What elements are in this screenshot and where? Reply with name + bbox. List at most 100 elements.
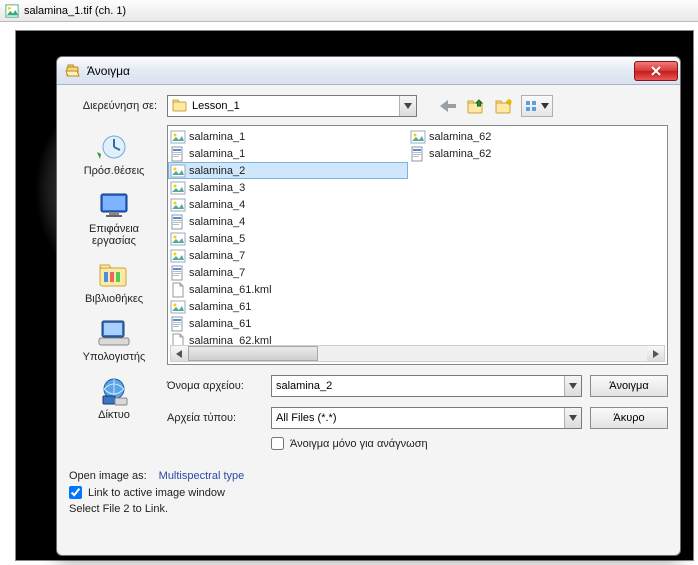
scroll-left-button[interactable]	[171, 346, 188, 361]
image-file-icon	[410, 129, 426, 145]
up-one-level-button[interactable]	[465, 95, 487, 117]
dialog-body: Διερεύνηση σε:	[57, 85, 680, 555]
readonly-row: Άνοιγμα μόνο για ανάγνωση	[167, 437, 668, 450]
file-name: salamina_61	[189, 301, 251, 313]
desktop-icon	[96, 189, 132, 221]
file-row[interactable]: salamina_1	[168, 128, 408, 145]
new-folder-button[interactable]	[493, 95, 515, 117]
dialog-titlebar[interactable]: Άνοιγμα	[57, 57, 680, 85]
place-label: Υπολογιστής	[83, 351, 146, 363]
horizontal-scrollbar[interactable]	[170, 345, 665, 362]
file-name: salamina_61.kml	[189, 284, 272, 296]
file-row[interactable]: salamina_5	[168, 230, 408, 247]
file-name: salamina_62	[429, 131, 491, 143]
file-row[interactable]: salamina_2	[168, 162, 408, 179]
places-bar: Πρόσ.θέσεις Επιφάνεια εργασίας Βιβλιοθήκ…	[69, 125, 159, 450]
recent-icon	[96, 131, 132, 163]
place-label: Δίκτυο	[98, 409, 130, 421]
scroll-right-button[interactable]	[647, 346, 664, 361]
lookin-row: Διερεύνηση σε:	[69, 95, 668, 117]
header-file-icon	[170, 265, 186, 281]
image-file-icon	[170, 197, 186, 213]
view-menu-button[interactable]	[521, 95, 553, 117]
lookin-combo[interactable]	[167, 95, 417, 117]
readonly-label: Άνοιγμα μόνο για ανάγνωση	[290, 438, 428, 450]
network-icon	[96, 375, 132, 407]
libraries-icon	[96, 259, 132, 291]
filetype-input[interactable]	[272, 408, 564, 428]
file-name: salamina_62	[429, 148, 491, 160]
image-file-icon	[170, 163, 186, 179]
open-dialog-icon	[65, 63, 81, 79]
file-name: salamina_3	[189, 182, 245, 194]
file-list[interactable]: salamina_1 salamina_1 salamina_2 salamina_3…	[167, 125, 668, 365]
header-file-icon	[410, 146, 426, 162]
document-file-icon	[170, 282, 186, 298]
filename-combo[interactable]	[271, 375, 582, 397]
main-row: Πρόσ.θέσεις Επιφάνεια εργασίας Βιβλιοθήκ…	[69, 125, 668, 450]
dialog-title: Άνοιγμα	[87, 64, 130, 78]
parent-title: salamina_1.tif (ch. 1)	[24, 5, 126, 17]
close-button[interactable]	[634, 61, 678, 81]
open-button[interactable]: Άνοιγμα	[590, 375, 668, 397]
place-label: Πρόσ.θέσεις	[84, 165, 145, 177]
computer-icon	[96, 317, 132, 349]
file-name: salamina_2	[189, 165, 245, 177]
file-row[interactable]: salamina_61.kml	[168, 281, 408, 298]
link-checkbox[interactable]	[69, 486, 82, 499]
lookin-input[interactable]	[192, 96, 399, 116]
openas-value[interactable]: Multispectral type	[159, 470, 245, 482]
file-row[interactable]: salamina_7	[168, 247, 408, 264]
file-name: salamina_5	[189, 233, 245, 245]
image-file-icon	[170, 248, 186, 264]
filename-input[interactable]	[272, 376, 564, 396]
file-row[interactable]: salamina_61	[168, 315, 408, 332]
image-file-icon	[170, 299, 186, 315]
image-file-icon	[4, 3, 20, 19]
file-row[interactable]: salamina_1	[168, 145, 408, 162]
selectfile-text: Select File 2 to Link.	[69, 503, 168, 515]
file-name: salamina_7	[189, 267, 245, 279]
file-row[interactable]: salamina_4	[168, 196, 408, 213]
filetype-label: Αρχεία τύπου:	[167, 412, 263, 424]
file-name: salamina_1	[189, 131, 245, 143]
file-row[interactable]: salamina_4	[168, 213, 408, 230]
back-button[interactable]	[437, 95, 459, 117]
image-file-icon	[170, 129, 186, 145]
scroll-thumb[interactable]	[188, 346, 318, 361]
header-file-icon	[170, 316, 186, 332]
readonly-checkbox[interactable]	[271, 437, 284, 450]
openas-label: Open image as:	[69, 470, 147, 482]
filetype-row: Αρχεία τύπου: Άκυρο	[167, 407, 668, 429]
cancel-button[interactable]: Άκυρο	[590, 407, 668, 429]
place-recent[interactable]: Πρόσ.θέσεις	[72, 127, 156, 183]
file-area: salamina_1 salamina_1 salamina_2 salamina_3…	[167, 125, 668, 450]
file-row[interactable]: salamina_62	[408, 145, 648, 162]
lookin-label: Διερεύνηση σε:	[69, 100, 161, 112]
filename-row: Όνομα αρχείου: Άνοιγμα	[167, 375, 668, 397]
file-row[interactable]: salamina_3	[168, 179, 408, 196]
place-desktop[interactable]: Επιφάνεια εργασίας	[72, 185, 156, 253]
file-name: salamina_61	[189, 318, 251, 330]
chevron-down-icon	[541, 103, 549, 109]
file-row[interactable]: salamina_7	[168, 264, 408, 281]
filetype-dropdown-button[interactable]	[564, 408, 581, 428]
lookin-dropdown-button[interactable]	[399, 96, 416, 116]
place-computer[interactable]: Υπολογιστής	[72, 313, 156, 369]
filename-dropdown-button[interactable]	[564, 376, 581, 396]
parent-titlebar: salamina_1.tif (ch. 1)	[0, 0, 698, 22]
selectfile-row: Select File 2 to Link.	[69, 503, 668, 515]
place-network[interactable]: Δίκτυο	[72, 371, 156, 427]
place-libraries[interactable]: Βιβλιοθήκες	[72, 255, 156, 311]
scroll-track[interactable]	[188, 346, 647, 361]
bottom-panel: Open image as: Multispectral type Link t…	[69, 470, 668, 515]
filetype-combo[interactable]	[271, 407, 582, 429]
file-row[interactable]: salamina_62	[408, 128, 648, 145]
filename-label: Όνομα αρχείου:	[167, 380, 263, 392]
header-file-icon	[170, 146, 186, 162]
image-file-icon	[170, 231, 186, 247]
file-row[interactable]: salamina_61	[168, 298, 408, 315]
place-label: Επιφάνεια εργασίας	[72, 223, 156, 247]
link-row: Link to active image window	[69, 486, 668, 499]
toolbar	[437, 95, 553, 117]
